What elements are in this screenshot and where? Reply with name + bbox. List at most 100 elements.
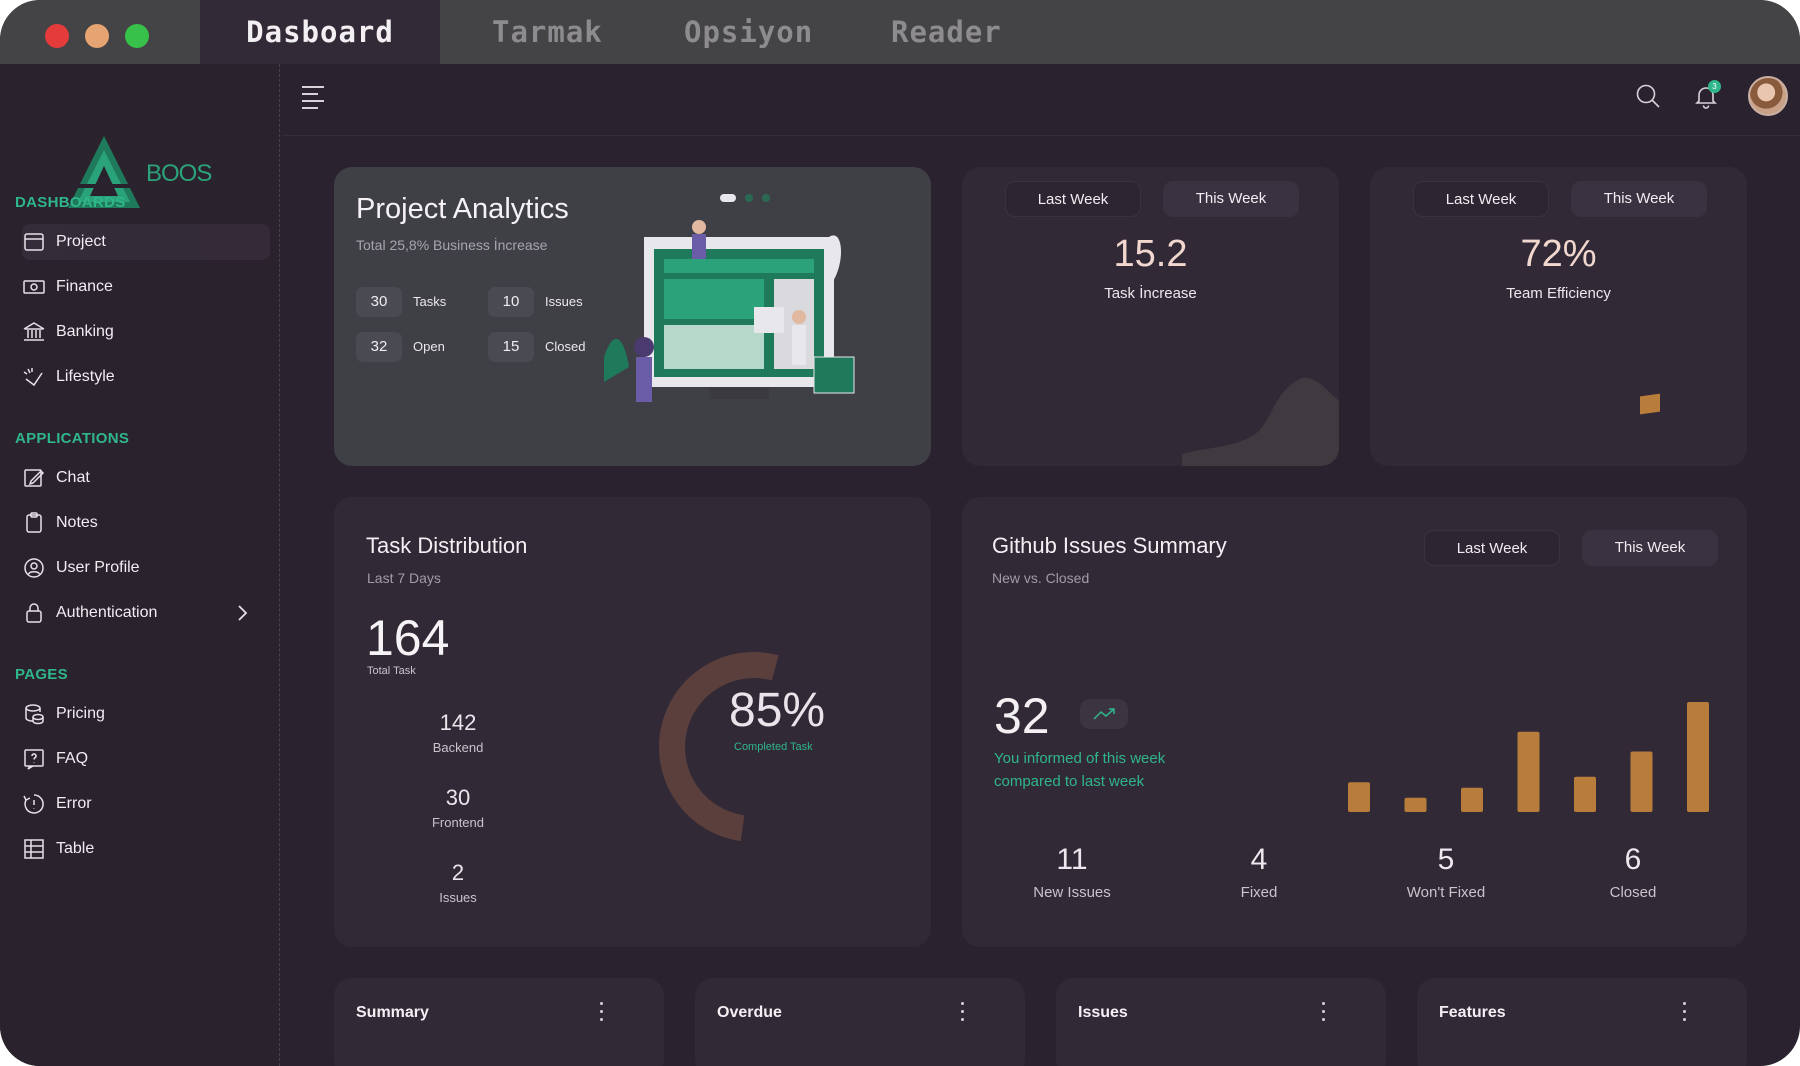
card-title: Overdue	[717, 1004, 782, 1021]
closed-value: 6	[1624, 843, 1642, 876]
search-icon[interactable]	[1634, 82, 1662, 110]
chat-icon	[22, 466, 46, 490]
issues-message: You informed of this week compared to la…	[994, 750, 1166, 790]
task-distribution-card: Task Distribution Last 7 Days 164 Total …	[334, 497, 931, 947]
menu-toggle-icon[interactable]	[302, 86, 328, 110]
total-task-label: Total Task	[367, 665, 416, 677]
tasks-value: 30	[356, 287, 402, 317]
summary-card: Summary	[334, 978, 664, 1066]
github-issues-card: Github Issues Summary New vs. Closed Las…	[962, 497, 1747, 947]
finance-icon	[22, 275, 46, 299]
issues-bar-chart	[1348, 702, 1709, 812]
this-week-button[interactable]: This Week	[1163, 181, 1299, 217]
new-issues-label: New Issues	[1033, 884, 1111, 901]
task-increase-label: Task İncrease	[1104, 285, 1197, 302]
notification-badge: 3	[1708, 80, 1721, 93]
team-efficiency-card: Last Week This Week 72% Team Efficiency	[1370, 167, 1747, 466]
sidebar-item-label: Lifestyle	[56, 368, 115, 385]
this-week-button[interactable]: This Week	[1582, 530, 1718, 566]
more-options-icon[interactable]	[959, 1002, 965, 1024]
total-task-value: 164	[366, 610, 450, 666]
sidebar-item-error[interactable]: Error	[22, 786, 270, 822]
open-label: Open	[413, 339, 445, 354]
last-week-button[interactable]: Last Week	[1005, 181, 1141, 217]
section-dashboards: DASHBOARDS	[15, 194, 126, 211]
sidebar-item-faq[interactable]: FAQ	[22, 741, 270, 777]
notes-icon	[22, 511, 46, 535]
tab-reader[interactable]: Reader	[891, 0, 1002, 64]
sidebar-item-table[interactable]: Table	[22, 831, 270, 867]
issues-label: Issues	[545, 294, 583, 309]
maximize-window-button[interactable]	[125, 24, 149, 48]
tab-opsiyon[interactable]: Opsiyon	[684, 0, 813, 64]
team-efficiency-indicator	[1640, 393, 1660, 415]
notification-bell-icon[interactable]: 3	[1692, 80, 1721, 110]
analytics-illustration	[604, 220, 855, 402]
backend-value: 142	[439, 710, 477, 735]
card-subtitle: New vs. Closed	[992, 570, 1090, 586]
features-card: Features	[1417, 978, 1747, 1066]
issues-bar	[1574, 776, 1596, 812]
backend-label: Backend	[432, 740, 484, 755]
tab-tarmak[interactable]: Tarmak	[492, 0, 603, 64]
sidebar-item-label: FAQ	[56, 750, 89, 767]
frontend-value: 30	[445, 785, 471, 810]
sidebar-item-lifestyle[interactable]: Lifestyle	[22, 359, 270, 395]
sidebar-item-user-profile[interactable]: User Profile	[22, 550, 270, 586]
sidebar-item-label: Finance	[56, 278, 113, 295]
sidebar-item-label: Error	[56, 795, 92, 812]
card-title: Task Distribution	[366, 533, 528, 558]
issues-value: 10	[488, 287, 534, 317]
minimize-window-button[interactable]	[85, 24, 109, 48]
sidebar-item-finance[interactable]: Finance	[22, 269, 270, 305]
issues-value: 2	[451, 860, 465, 885]
closed-value: 15	[488, 332, 534, 362]
faq-icon	[22, 747, 46, 771]
closed-label: Closed	[545, 339, 586, 354]
sidebar-item-label: Notes	[56, 514, 98, 531]
team-efficiency-label: Team Efficiency	[1506, 285, 1611, 302]
frontend-label: Frontend	[431, 815, 485, 830]
team-efficiency-value: 72%	[1520, 233, 1597, 275]
overdue-card: Overdue	[695, 978, 1025, 1066]
sidebar-item-banking[interactable]: Banking	[22, 314, 270, 350]
close-window-button[interactable]	[45, 24, 69, 48]
new-issues-value: 11	[1056, 843, 1088, 876]
avatar[interactable]	[1748, 76, 1788, 116]
last-week-button[interactable]: Last Week	[1424, 530, 1560, 566]
card-title: Summary	[356, 1004, 429, 1021]
sidebar-item-authentication[interactable]: Authentication	[22, 595, 270, 631]
this-week-button[interactable]: This Week	[1571, 181, 1707, 217]
sidebar-item-pricing[interactable]: Pricing	[22, 696, 270, 732]
sidebar-item-notes[interactable]: Notes	[22, 505, 270, 541]
tab-dashboard[interactable]: Dasboard	[200, 0, 440, 64]
carousel-dots[interactable]	[720, 189, 779, 207]
issues-bar	[1687, 702, 1709, 812]
chevron-right-icon[interactable]	[232, 603, 252, 623]
bank-icon	[22, 320, 46, 344]
lock-icon	[22, 601, 46, 625]
sidebar-item-project[interactable]: Project	[22, 224, 270, 260]
project-analytics-card: Project Analytics Total 25,8% Business İ…	[334, 167, 931, 466]
more-options-icon[interactable]	[1320, 1002, 1326, 1024]
closed-label: Closed	[1609, 884, 1657, 901]
last-week-button[interactable]: Last Week	[1413, 181, 1549, 217]
fixed-value: 4	[1250, 843, 1268, 876]
issues-bar	[1517, 731, 1540, 812]
sidebar-item-chat[interactable]: Chat	[22, 460, 270, 496]
trend-up-icon	[1080, 699, 1128, 729]
main-header: 3	[282, 64, 1800, 136]
more-options-icon[interactable]	[1681, 1002, 1687, 1024]
section-applications: APPLICATIONS	[15, 430, 130, 447]
card-title: Project Analytics	[356, 193, 569, 225]
completed-label: Completed Task	[734, 741, 813, 753]
issues-bar	[1404, 797, 1427, 812]
section-pages: PAGES	[15, 666, 68, 683]
fixed-label: Fixed	[1240, 884, 1278, 901]
issues-bar	[1461, 787, 1483, 812]
tasks-label: Tasks	[413, 294, 447, 309]
sidebar: BOOS DASHBOARDS Project Finance Banking …	[0, 64, 280, 1066]
more-options-icon[interactable]	[598, 1002, 604, 1024]
wont-fixed-value: 5	[1437, 843, 1455, 876]
issues-bar	[1348, 782, 1370, 812]
